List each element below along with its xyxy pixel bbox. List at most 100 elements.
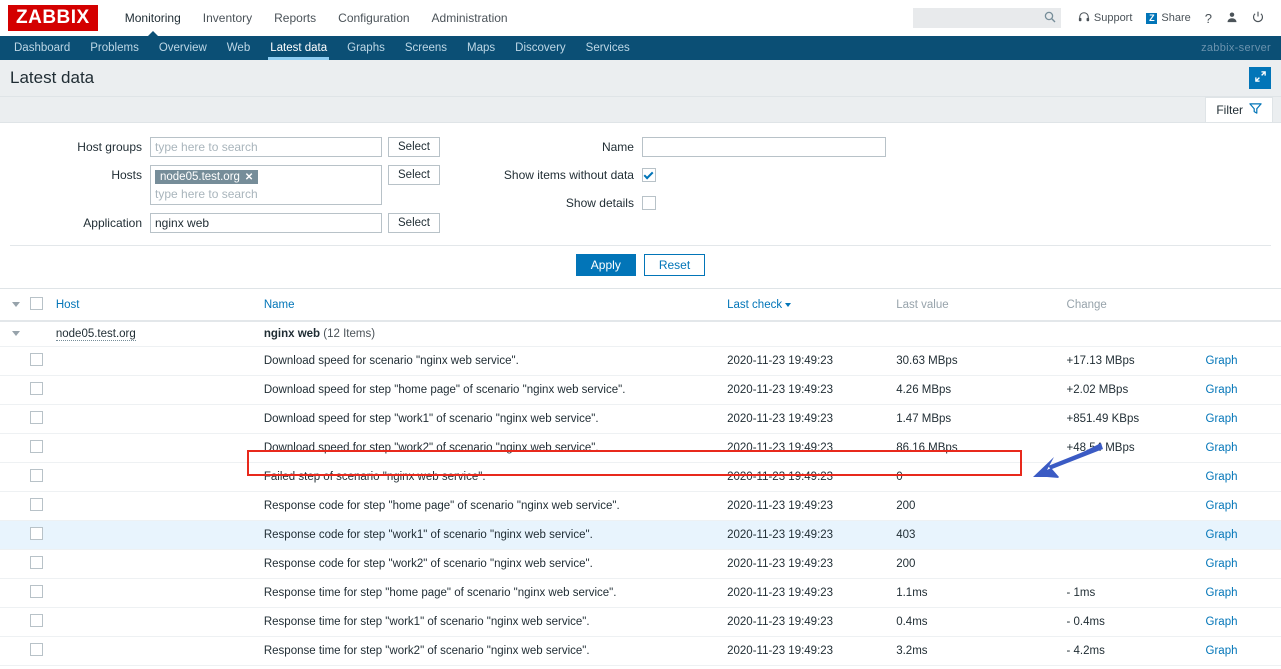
row-action-cell[interactable]: Graph bbox=[1202, 492, 1281, 521]
chevron-down-icon[interactable] bbox=[12, 302, 20, 307]
hosts-multiselect[interactable]: node05.test.org ✕ type here to search bbox=[150, 165, 382, 205]
row-action-cell[interactable]: Graph bbox=[1202, 376, 1281, 405]
last-check-column-link[interactable]: Last check bbox=[727, 299, 782, 311]
host-column-link[interactable]: Host bbox=[56, 299, 80, 311]
main-nav-item-administration[interactable]: Administration bbox=[421, 0, 519, 36]
support-link[interactable]: Support bbox=[1071, 11, 1140, 26]
name-column-header[interactable]: Name bbox=[260, 289, 723, 321]
row-action-link[interactable]: Graph bbox=[1206, 413, 1238, 425]
sub-nav-item-graphs[interactable]: Graphs bbox=[337, 36, 395, 60]
row-action-cell[interactable]: Graph bbox=[1202, 579, 1281, 608]
row-action-link[interactable]: Graph bbox=[1206, 500, 1238, 512]
collapse-all-header[interactable] bbox=[0, 289, 26, 321]
row-action-link[interactable]: Graph bbox=[1206, 587, 1238, 599]
row-last-value-cell: 200 bbox=[892, 550, 1062, 579]
name-input[interactable] bbox=[642, 137, 886, 157]
row-checkbox-cell[interactable] bbox=[26, 608, 52, 637]
host-groups-input[interactable] bbox=[150, 137, 382, 157]
global-search[interactable] bbox=[913, 8, 1061, 28]
row-action-cell[interactable]: Graph bbox=[1202, 637, 1281, 666]
row-checkbox[interactable] bbox=[30, 556, 43, 569]
sub-nav-item-latest-data[interactable]: Latest data bbox=[260, 36, 337, 60]
row-checkbox-cell[interactable] bbox=[26, 521, 52, 550]
row-action-cell[interactable]: Graph bbox=[1202, 405, 1281, 434]
row-checkbox-cell[interactable] bbox=[26, 637, 52, 666]
select-all-header[interactable] bbox=[26, 289, 52, 321]
host-link[interactable]: node05.test.org bbox=[56, 328, 136, 341]
row-action-cell[interactable]: Graph bbox=[1202, 608, 1281, 637]
row-checkbox-cell[interactable] bbox=[26, 376, 52, 405]
row-checkbox-cell[interactable] bbox=[26, 434, 52, 463]
sub-nav-item-problems[interactable]: Problems bbox=[80, 36, 149, 60]
row-checkbox[interactable] bbox=[30, 585, 43, 598]
row-checkbox-cell[interactable] bbox=[26, 463, 52, 492]
row-checkbox-cell[interactable] bbox=[26, 492, 52, 521]
host-column-header[interactable]: Host bbox=[52, 289, 260, 321]
row-checkbox[interactable] bbox=[30, 469, 43, 482]
row-action-cell[interactable]: Graph bbox=[1202, 434, 1281, 463]
row-action-cell[interactable]: Graph bbox=[1202, 550, 1281, 579]
row-checkbox[interactable] bbox=[30, 498, 43, 511]
row-checkbox[interactable] bbox=[30, 353, 43, 366]
name-column-link[interactable]: Name bbox=[264, 299, 295, 311]
show-details-checkbox[interactable] bbox=[642, 196, 656, 210]
sub-nav-item-overview[interactable]: Overview bbox=[149, 36, 217, 60]
chevron-down-icon[interactable] bbox=[12, 331, 20, 336]
row-checkbox-cell[interactable] bbox=[26, 666, 52, 669]
application-select-button[interactable]: Select bbox=[388, 213, 440, 233]
row-action-link[interactable]: Graph bbox=[1206, 558, 1238, 570]
group-change-cell bbox=[1063, 321, 1202, 347]
user-profile-link[interactable] bbox=[1219, 11, 1245, 26]
row-action-link[interactable]: Graph bbox=[1206, 442, 1238, 454]
sub-nav-item-maps[interactable]: Maps bbox=[457, 36, 505, 60]
host-chip[interactable]: node05.test.org ✕ bbox=[155, 170, 258, 184]
row-checkbox-cell[interactable] bbox=[26, 550, 52, 579]
row-checkbox-cell[interactable] bbox=[26, 347, 52, 376]
sub-nav-item-web[interactable]: Web bbox=[217, 36, 260, 60]
sub-nav-item-dashboard[interactable]: Dashboard bbox=[4, 36, 80, 60]
sub-nav-item-screens[interactable]: Screens bbox=[395, 36, 457, 60]
row-checkbox[interactable] bbox=[30, 411, 43, 424]
hosts-select-button[interactable]: Select bbox=[388, 165, 440, 185]
chip-remove-icon[interactable]: ✕ bbox=[245, 172, 253, 183]
row-action-cell[interactable]: History bbox=[1202, 666, 1281, 669]
row-action-link[interactable]: Graph bbox=[1206, 529, 1238, 541]
application-input[interactable] bbox=[150, 213, 382, 233]
help-link[interactable]: ? bbox=[1198, 11, 1219, 26]
main-nav-item-monitoring[interactable]: Monitoring bbox=[114, 0, 192, 36]
signout-link[interactable] bbox=[1245, 11, 1271, 26]
search-input[interactable] bbox=[918, 11, 1042, 25]
show-items-without-data-checkbox[interactable] bbox=[642, 168, 656, 182]
row-action-link[interactable]: Graph bbox=[1206, 616, 1238, 628]
kiosk-mode-button[interactable] bbox=[1249, 67, 1271, 89]
row-action-cell[interactable]: Graph bbox=[1202, 347, 1281, 376]
main-nav-item-reports[interactable]: Reports bbox=[263, 0, 327, 36]
reset-button[interactable]: Reset bbox=[644, 254, 705, 276]
row-checkbox[interactable] bbox=[30, 382, 43, 395]
row-checkbox-cell[interactable] bbox=[26, 579, 52, 608]
main-nav-item-configuration[interactable]: Configuration bbox=[327, 0, 420, 36]
row-action-cell[interactable]: Graph bbox=[1202, 521, 1281, 550]
row-checkbox[interactable] bbox=[30, 643, 43, 656]
row-checkbox[interactable] bbox=[30, 527, 43, 540]
row-action-link[interactable]: Graph bbox=[1206, 384, 1238, 396]
filter-tab[interactable]: Filter bbox=[1205, 97, 1273, 122]
row-action-cell[interactable]: Graph bbox=[1202, 463, 1281, 492]
row-checkbox-cell[interactable] bbox=[26, 405, 52, 434]
select-all-checkbox[interactable] bbox=[30, 297, 43, 310]
share-link[interactable]: Z Share bbox=[1139, 12, 1197, 24]
group-host-cell[interactable]: node05.test.org bbox=[52, 321, 260, 347]
row-checkbox[interactable] bbox=[30, 614, 43, 627]
row-action-link[interactable]: Graph bbox=[1206, 645, 1238, 657]
host-groups-select-button[interactable]: Select bbox=[388, 137, 440, 157]
apply-button[interactable]: Apply bbox=[576, 254, 636, 276]
row-action-link[interactable]: Graph bbox=[1206, 471, 1238, 483]
group-collapse-cell[interactable] bbox=[0, 321, 26, 347]
last-check-column-header[interactable]: Last check bbox=[723, 289, 892, 321]
header-actions: Support Z Share ? bbox=[913, 8, 1281, 28]
main-nav-item-inventory[interactable]: Inventory bbox=[192, 0, 263, 36]
row-checkbox[interactable] bbox=[30, 440, 43, 453]
row-action-link[interactable]: Graph bbox=[1206, 355, 1238, 367]
sub-nav-item-discovery[interactable]: Discovery bbox=[505, 36, 575, 60]
sub-nav-item-services[interactable]: Services bbox=[576, 36, 640, 60]
